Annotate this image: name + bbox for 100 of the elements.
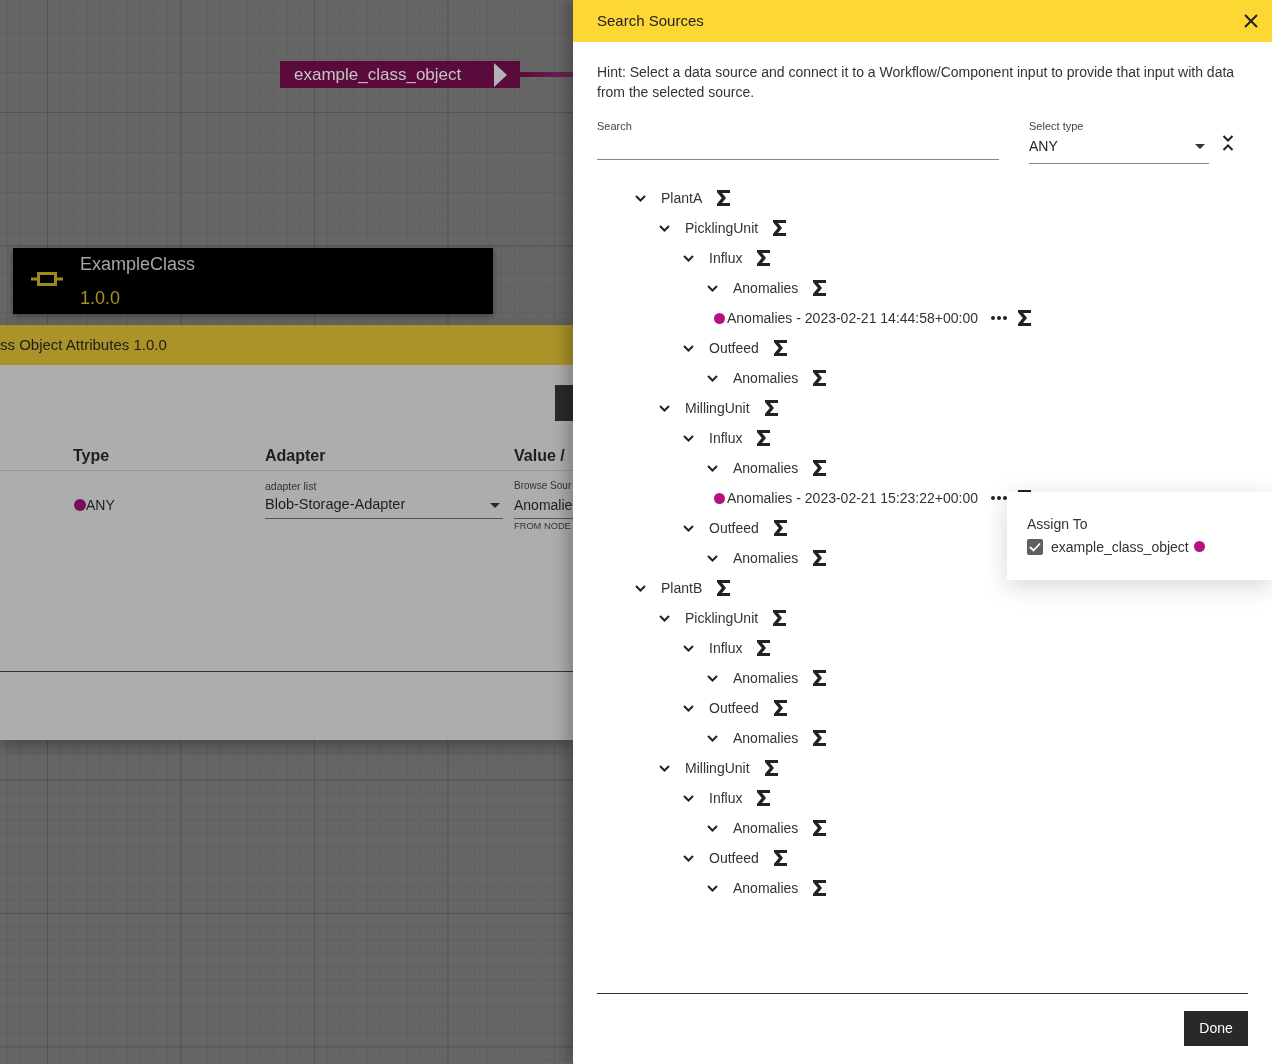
chevron-down-icon[interactable] — [707, 734, 718, 742]
tree-item-label[interactable]: Anomalies - 2023-02-21 14:44:58+00:00 — [727, 308, 978, 328]
more-icon[interactable] — [991, 496, 1007, 500]
close-icon — [1244, 14, 1258, 28]
adapter-select[interactable]: Blob-Storage-Adapter — [265, 492, 503, 519]
chevron-down-icon[interactable] — [635, 584, 646, 592]
caret-icon — [490, 502, 500, 508]
menu-option-label[interactable]: example_class_object — [1051, 537, 1189, 557]
chevron-down-icon[interactable] — [683, 704, 694, 712]
tree-item-label[interactable]: Outfeed — [709, 848, 759, 868]
tree-item-label[interactable]: PlantB — [661, 578, 703, 598]
triangle-icon — [494, 62, 507, 87]
sigma-icon[interactable] — [773, 700, 787, 716]
collapse-all-icon[interactable] — [1222, 135, 1234, 151]
panel-title: ss Object Attributes 1.0.0 — [0, 325, 573, 365]
chevron-down-icon[interactable] — [659, 614, 670, 622]
dialog-title: Search Sources — [597, 10, 704, 31]
chevron-down-icon[interactable] — [683, 344, 694, 352]
tree-item-label[interactable]: Outfeed — [709, 338, 759, 358]
tree-item-label[interactable]: Anomalies — [733, 368, 799, 388]
chevron-down-icon[interactable] — [707, 554, 718, 562]
chevron-down-icon[interactable] — [707, 884, 718, 892]
tree-item-label[interactable]: Anomalies — [733, 818, 799, 838]
caret-icon — [1195, 143, 1205, 149]
output-port[interactable]: example_class_object — [280, 61, 520, 88]
node-card[interactable]: ExampleClass 1.0.0 — [13, 248, 493, 314]
field-label: Browse Sour — [514, 480, 573, 492]
sigma-icon[interactable] — [757, 250, 771, 266]
done-button[interactable]: Done — [1184, 1011, 1248, 1046]
chevron-down-icon[interactable] — [683, 854, 694, 862]
tree-item-label[interactable]: Outfeed — [709, 518, 759, 538]
tree-item-label[interactable]: PicklingUnit — [685, 218, 759, 238]
chevron-down-icon[interactable] — [683, 794, 694, 802]
checkbox[interactable] — [1027, 539, 1043, 555]
tree-item-label[interactable]: Influx — [709, 638, 743, 658]
sigma-icon[interactable] — [813, 820, 827, 836]
sigma-icon[interactable] — [813, 370, 827, 386]
tree-item-label[interactable]: Anomalies — [733, 548, 799, 568]
chevron-down-icon[interactable] — [635, 194, 646, 202]
sigma-icon[interactable] — [1018, 310, 1031, 326]
tree-item-label[interactable]: PicklingUnit — [685, 608, 759, 628]
tree-item-label[interactable]: MillingUnit — [685, 398, 750, 418]
port-label: example_class_object — [294, 64, 462, 85]
column-header: Type — [73, 446, 110, 464]
tree-item-label[interactable]: Anomalies - 2023-02-21 15:23:22+00:00 — [727, 488, 978, 508]
chevron-down-icon[interactable] — [683, 434, 694, 442]
sigma-icon[interactable] — [757, 640, 771, 656]
chevron-down-icon[interactable] — [683, 644, 694, 652]
sigma-icon[interactable] — [717, 190, 731, 206]
tree-item-label[interactable]: MillingUnit — [685, 758, 750, 778]
hint-text: Hint: Select a data source and connect it to a Workflow/Component input to provide that input with data from the selected source. — [597, 63, 1236, 102]
tree-item-label[interactable]: PlantA — [661, 188, 703, 208]
sigma-icon[interactable] — [813, 730, 827, 746]
sigma-icon[interactable] — [764, 760, 778, 776]
field-label: adapter list — [265, 480, 318, 492]
chevron-down-icon[interactable] — [707, 674, 718, 682]
chevron-down-icon[interactable] — [707, 284, 718, 292]
sigma-icon[interactable] — [773, 340, 787, 356]
tree-item-label[interactable]: Anomalies — [733, 278, 799, 298]
chevron-down-icon[interactable] — [683, 524, 694, 532]
sigma-icon[interactable] — [757, 430, 771, 446]
sigma-icon[interactable] — [773, 610, 787, 626]
menu-title: Assign To — [1027, 515, 1089, 534]
chevron-down-icon[interactable] — [707, 824, 718, 832]
chevron-down-icon[interactable] — [707, 464, 718, 472]
sigma-icon[interactable] — [773, 220, 787, 236]
column-header: Value / — [514, 446, 565, 464]
tree-item-label[interactable]: Influx — [709, 248, 743, 268]
tree-item-label[interactable]: Anomalies — [733, 668, 799, 688]
helper-text: FROM NODE — [514, 520, 572, 532]
tree-item-label[interactable]: Anomalies — [733, 878, 799, 898]
column-header: Adapter — [265, 446, 326, 464]
node-version: 1.0.0 — [80, 287, 122, 309]
sigma-icon[interactable] — [757, 790, 771, 806]
sigma-icon[interactable] — [773, 520, 787, 536]
tree-item-label[interactable]: Influx — [709, 788, 743, 808]
tree-item-label[interactable]: Anomalies — [733, 728, 799, 748]
sigma-icon[interactable] — [813, 280, 827, 296]
chevron-down-icon[interactable] — [659, 224, 670, 232]
sigma-icon[interactable] — [764, 400, 778, 416]
component-icon — [31, 272, 63, 286]
sigma-icon[interactable] — [813, 550, 827, 566]
chevron-down-icon[interactable] — [707, 374, 718, 382]
tree-item-label[interactable]: Outfeed — [709, 698, 759, 718]
node-title: ExampleClass — [80, 253, 196, 275]
type-cell-text: ANY — [86, 496, 115, 515]
sigma-icon[interactable] — [773, 850, 787, 866]
sigma-icon[interactable] — [813, 460, 827, 476]
chevron-down-icon[interactable] — [659, 764, 670, 772]
sigma-icon[interactable] — [813, 670, 827, 686]
tree-item-label[interactable]: Influx — [709, 428, 743, 448]
more-icon[interactable] — [991, 316, 1007, 320]
field-label: Select type — [1029, 120, 1085, 133]
tree-item-label[interactable]: Anomalies — [733, 458, 799, 478]
chevron-down-icon[interactable] — [659, 404, 670, 412]
sigma-icon[interactable] — [813, 880, 827, 896]
chevron-down-icon[interactable] — [683, 254, 694, 262]
field-label: Search — [597, 120, 633, 133]
type-select[interactable]: ANY — [1029, 133, 1209, 164]
sigma-icon[interactable] — [717, 580, 731, 596]
